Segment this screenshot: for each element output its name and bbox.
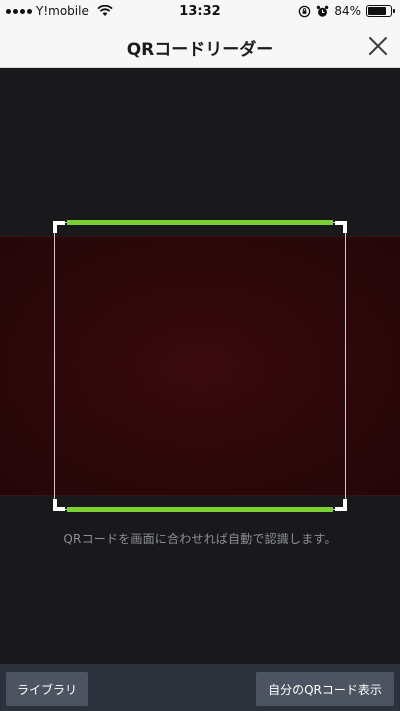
status-bar: Y!mobile 13:32 84% <box>0 0 400 24</box>
my-qr-code-button[interactable]: 自分のQRコード表示 <box>256 672 394 706</box>
bottom-toolbar: ライブラリ 自分のQRコード表示 <box>0 664 400 711</box>
battery-percent: 84% <box>334 4 361 18</box>
scan-guide-top <box>67 220 333 225</box>
scan-frame <box>53 220 347 512</box>
library-button[interactable]: ライブラリ <box>6 672 88 706</box>
battery-icon <box>366 5 395 17</box>
alarm-icon <box>317 5 329 17</box>
scan-corner-bottom-right <box>335 499 347 511</box>
page-title: QRコードリーダー <box>126 40 274 60</box>
scan-corner-bottom-left <box>53 499 65 511</box>
close-icon <box>369 37 387 55</box>
orientation-lock-icon <box>299 5 311 17</box>
scan-instruction: QRコードを画面に合わせれば自動で認識します。 <box>63 532 337 546</box>
scan-corner-top-right <box>335 221 347 233</box>
scan-corner-top-left <box>53 221 65 233</box>
status-right: 84% <box>298 4 395 18</box>
scan-guide-bottom <box>67 507 333 512</box>
header: QRコードリーダー <box>0 24 400 68</box>
camera-viewfinder: QRコードを画面に合わせれば自動で認識します。 <box>0 68 400 664</box>
close-button[interactable] <box>364 32 392 60</box>
